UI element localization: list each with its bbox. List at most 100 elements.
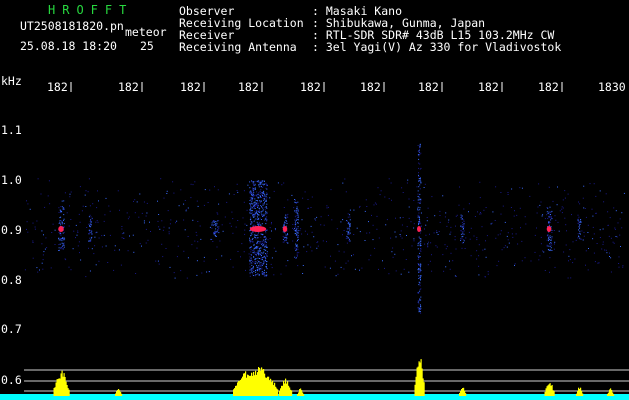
noise-dot <box>226 201 228 203</box>
noise-dot <box>49 203 51 205</box>
signal-dot <box>284 239 286 241</box>
signal-dot <box>253 252 255 254</box>
noise-dot <box>384 267 385 269</box>
noise-dot <box>133 251 135 253</box>
signal-dot <box>549 214 551 216</box>
signal-dot <box>88 233 90 234</box>
signal-dot <box>250 249 252 251</box>
signal-dot <box>251 201 253 203</box>
signal-dot <box>265 266 267 268</box>
noise-dot <box>366 232 368 234</box>
noise-dot <box>300 228 302 230</box>
signal-dot <box>419 266 421 268</box>
signal-dot <box>263 199 265 201</box>
noise-dot <box>323 224 325 226</box>
noise-dot <box>515 233 517 235</box>
noise-dot <box>127 218 129 220</box>
signal-dot <box>257 237 259 239</box>
noise-dot <box>504 221 506 223</box>
signal-dot <box>260 252 262 254</box>
signal-dot <box>254 211 256 213</box>
signal-dot <box>251 181 253 183</box>
signal-dot <box>58 222 60 224</box>
signal-dot <box>256 246 258 248</box>
signal-dot <box>420 304 421 306</box>
noise-dot <box>242 217 244 219</box>
noise-dot <box>330 255 331 257</box>
signal-dot <box>264 260 266 262</box>
signal-dot <box>261 273 263 275</box>
noise-dot <box>73 230 75 232</box>
noise-dot <box>450 226 452 228</box>
noise-dot <box>574 258 576 260</box>
signal-dot <box>551 232 553 233</box>
noise-dot <box>406 235 407 236</box>
signal-dot <box>266 253 268 255</box>
noise-dot <box>34 228 36 230</box>
noise-dot <box>395 236 397 238</box>
noise-dot <box>619 218 621 220</box>
noise-dot <box>612 241 614 243</box>
noise-dot <box>29 208 31 210</box>
signal-dot <box>250 260 252 261</box>
noise-dot <box>604 249 606 251</box>
signal-dot <box>420 177 421 179</box>
signal-dot <box>250 232 252 234</box>
noise-dot <box>476 239 478 241</box>
noise-dot <box>81 210 83 212</box>
signal-dot <box>256 191 258 193</box>
noise-dot <box>446 245 448 247</box>
noise-dot <box>221 224 223 226</box>
signal-dot <box>260 205 262 207</box>
noise-dot <box>345 191 347 193</box>
signal-dot <box>264 218 266 220</box>
signal-dot <box>579 224 580 226</box>
noise-dot <box>176 256 178 258</box>
noise-dot <box>109 210 111 212</box>
signal-dot <box>418 162 420 164</box>
signal-dot <box>463 240 465 242</box>
signal-dot <box>418 150 420 151</box>
filename-label: UT2508181820.pn <box>20 19 124 33</box>
signal-dot <box>420 268 421 270</box>
signal-dot <box>253 204 255 205</box>
signal-dot <box>255 215 257 217</box>
noise-dot <box>217 213 219 215</box>
signal-dot <box>461 236 463 238</box>
noise-dot <box>555 219 557 221</box>
signal-dot <box>297 232 299 234</box>
noise-dot <box>235 226 237 228</box>
noise-dot <box>216 212 218 214</box>
signal-dot <box>419 278 421 280</box>
noise-dot <box>525 223 527 225</box>
noise-dot <box>376 228 378 230</box>
noise-dot <box>524 257 526 259</box>
noise-dot <box>463 208 465 210</box>
x-tick-label: 182 <box>118 80 139 94</box>
noise-dot <box>158 263 160 265</box>
noise-dot <box>267 239 269 241</box>
noise-dot <box>478 274 480 276</box>
signal-dot <box>295 258 297 259</box>
signal-dot <box>90 219 92 221</box>
noise-dot <box>41 243 43 245</box>
signal-dot <box>462 224 464 226</box>
noise-dot <box>330 189 332 191</box>
noise-dot <box>413 223 415 225</box>
noise-dot <box>96 207 98 209</box>
noise-dot <box>244 223 246 225</box>
noise-dot <box>173 272 175 274</box>
noise-dot <box>608 235 610 237</box>
noise-dot <box>158 214 160 215</box>
signal-dot <box>90 232 92 234</box>
noise-dot <box>335 275 337 277</box>
noise-dot <box>96 231 98 233</box>
signal-dot <box>253 187 255 189</box>
noise-dot <box>408 217 410 219</box>
signal-dot <box>258 270 260 272</box>
signal-dot <box>254 184 256 186</box>
noise-dot <box>347 260 349 262</box>
signal-dot <box>418 180 420 182</box>
signal-dot <box>418 278 420 279</box>
signal-dot <box>347 216 349 218</box>
